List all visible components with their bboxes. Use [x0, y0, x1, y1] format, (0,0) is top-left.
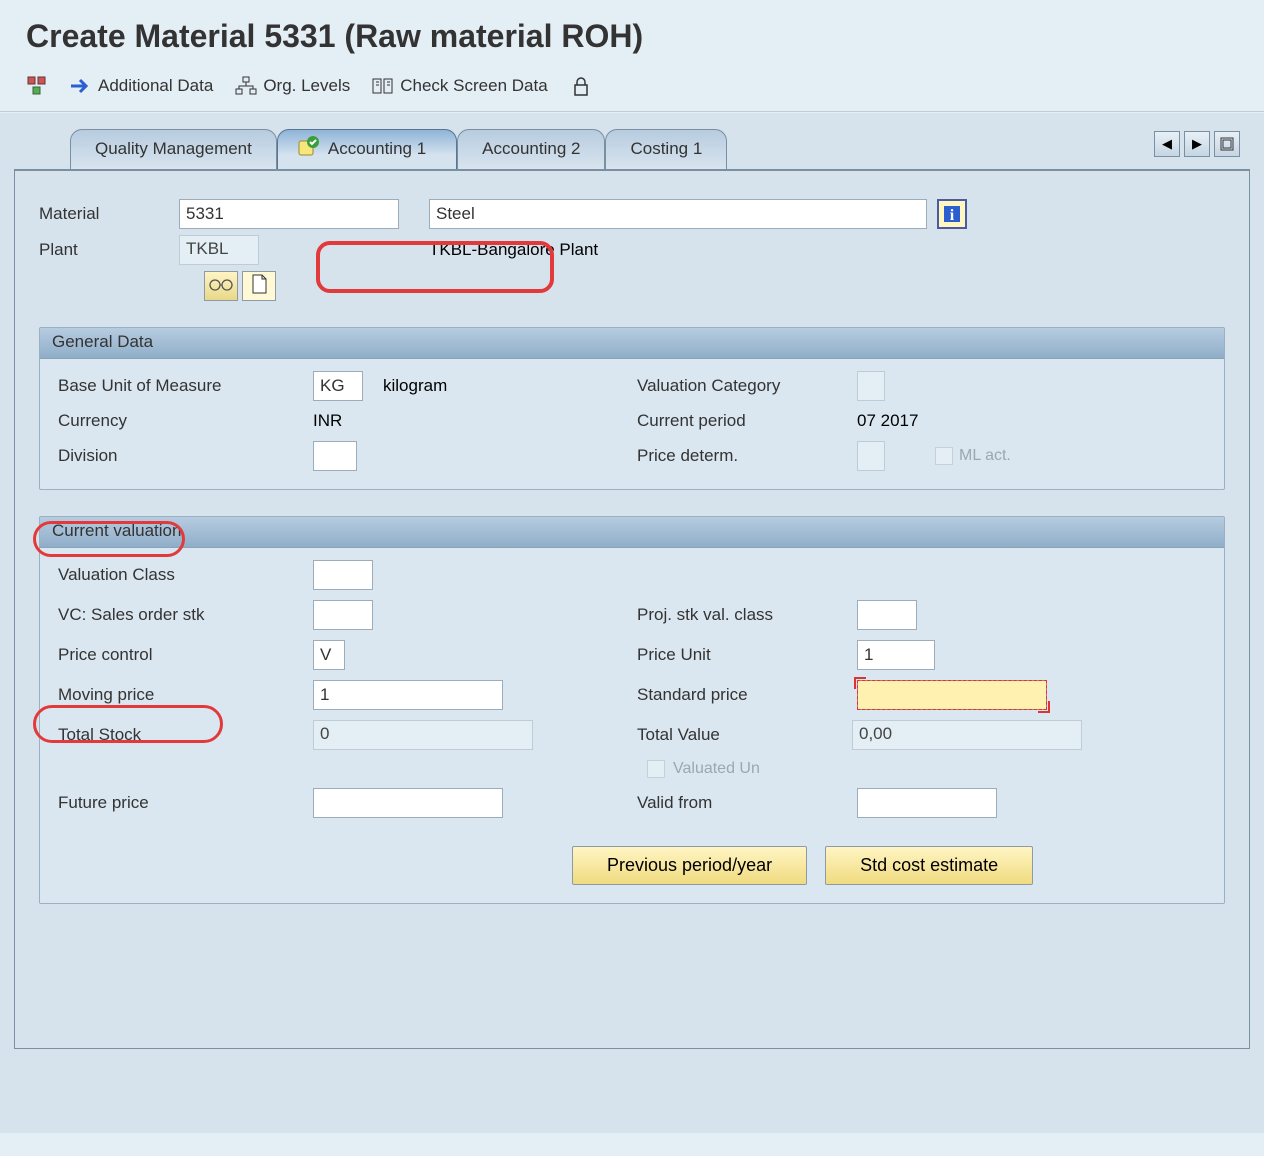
- tab-scroll-left[interactable]: ◀: [1154, 131, 1180, 157]
- future-price-input[interactable]: [313, 788, 503, 818]
- tree-button[interactable]: [26, 75, 48, 97]
- current-period-value: 07 2017: [857, 411, 918, 431]
- general-data-group: General Data Base Unit of Measure kilogr…: [39, 327, 1225, 490]
- price-determ-value: [857, 441, 885, 471]
- tab-costing-1[interactable]: Costing 1: [605, 129, 727, 169]
- page-button[interactable]: [242, 271, 276, 301]
- price-unit-input[interactable]: [857, 640, 935, 670]
- valid-from-label: Valid from: [637, 793, 847, 813]
- tab-scroll-right[interactable]: ▶: [1184, 131, 1210, 157]
- svg-text:i: i: [950, 207, 955, 224]
- std-cost-estimate-button[interactable]: Std cost estimate: [825, 846, 1033, 885]
- current-valuation-header: Current valuation: [40, 517, 1224, 548]
- org-levels-button[interactable]: Org. Levels: [235, 75, 350, 97]
- valuated-un-checkbox: [647, 760, 665, 778]
- check-screen-label: Check Screen Data: [400, 76, 547, 96]
- price-control-label: Price control: [58, 645, 303, 665]
- current-valuation-group: Current valuation Valuation Class VC: Sa…: [39, 516, 1225, 904]
- base-uom-input[interactable]: [313, 371, 363, 401]
- glasses-icon: [208, 277, 234, 296]
- moving-price-input[interactable]: [313, 680, 503, 710]
- additional-data-label: Additional Data: [98, 76, 213, 96]
- price-unit-label: Price Unit: [637, 645, 847, 665]
- currency-value: INR: [313, 411, 342, 431]
- division-label: Division: [58, 446, 303, 466]
- check-data-icon: [372, 75, 394, 97]
- total-stock-value: 0: [313, 720, 533, 750]
- division-input[interactable]: [313, 441, 357, 471]
- vc-sales-input[interactable]: [313, 600, 373, 630]
- lock-icon: [570, 75, 592, 97]
- info-icon[interactable]: i: [937, 199, 967, 229]
- base-uom-desc: kilogram: [383, 376, 447, 396]
- valuated-un-label: Valuated Un: [673, 760, 760, 778]
- price-control-input[interactable]: [313, 640, 345, 670]
- previous-period-button[interactable]: Previous period/year: [572, 846, 807, 885]
- total-value-label: Total Value: [637, 725, 842, 745]
- proj-stk-input[interactable]: [857, 600, 917, 630]
- tab-accounting-1[interactable]: Accounting 1: [277, 129, 457, 169]
- moving-price-label: Moving price: [58, 685, 303, 705]
- page-title: Create Material 5331 (Raw material ROH): [0, 0, 1264, 65]
- tab-strip: Quality Management Accounting 1 Accounti…: [14, 113, 1250, 169]
- total-value-value: 0,00: [852, 720, 1082, 750]
- tab-quality-management[interactable]: Quality Management: [70, 129, 277, 169]
- current-period-label: Current period: [637, 411, 847, 431]
- ml-act-label: ML act.: [959, 447, 1011, 465]
- vc-sales-label: VC: Sales order stk: [58, 605, 303, 625]
- tab-scroll-group: ◀ ▶: [1154, 131, 1240, 157]
- display-button[interactable]: [204, 271, 238, 301]
- future-price-label: Future price: [58, 793, 303, 813]
- std-price-input[interactable]: [857, 680, 1047, 710]
- material-desc-input[interactable]: [429, 199, 927, 229]
- plant-desc: TKBL-Bangalore Plant: [429, 240, 598, 260]
- price-determ-label: Price determ.: [637, 446, 847, 466]
- additional-data-button[interactable]: Additional Data: [70, 75, 213, 97]
- org-levels-label: Org. Levels: [263, 76, 350, 96]
- material-input[interactable]: [179, 199, 399, 229]
- material-label: Material: [39, 204, 179, 224]
- arrow-right-icon: [70, 75, 92, 97]
- proj-stk-label: Proj. stk val. class: [637, 605, 847, 625]
- total-stock-label: Total Stock: [58, 725, 303, 745]
- base-uom-label: Base Unit of Measure: [58, 376, 303, 396]
- lock-button[interactable]: [570, 75, 592, 97]
- tab-accounting-2[interactable]: Accounting 2: [457, 129, 605, 169]
- tree-icon: [26, 75, 48, 97]
- valuation-class-input[interactable]: [313, 560, 373, 590]
- tab-content-accounting1: Material i Plant TKBL TKBL-Bangalore Pla…: [14, 169, 1250, 1049]
- valid-from-input[interactable]: [857, 788, 997, 818]
- check-screen-button[interactable]: Check Screen Data: [372, 75, 547, 97]
- general-data-header: General Data: [40, 328, 1224, 359]
- valuation-category-value: [857, 371, 885, 401]
- valuation-category-label: Valuation Category: [637, 376, 847, 396]
- ml-act-checkbox: [935, 447, 953, 465]
- hierarchy-icon: [235, 75, 257, 97]
- tab-active-icon: [298, 135, 320, 162]
- plant-value: TKBL: [179, 235, 259, 265]
- valuation-class-label: Valuation Class: [58, 565, 303, 585]
- std-price-label: Standard price: [637, 685, 847, 705]
- tab-scroll-all[interactable]: [1214, 131, 1240, 157]
- page-icon: [250, 274, 268, 299]
- plant-label: Plant: [39, 240, 179, 260]
- currency-label: Currency: [58, 411, 303, 431]
- toolbar: Additional Data Org. Levels Check Screen…: [0, 65, 1264, 112]
